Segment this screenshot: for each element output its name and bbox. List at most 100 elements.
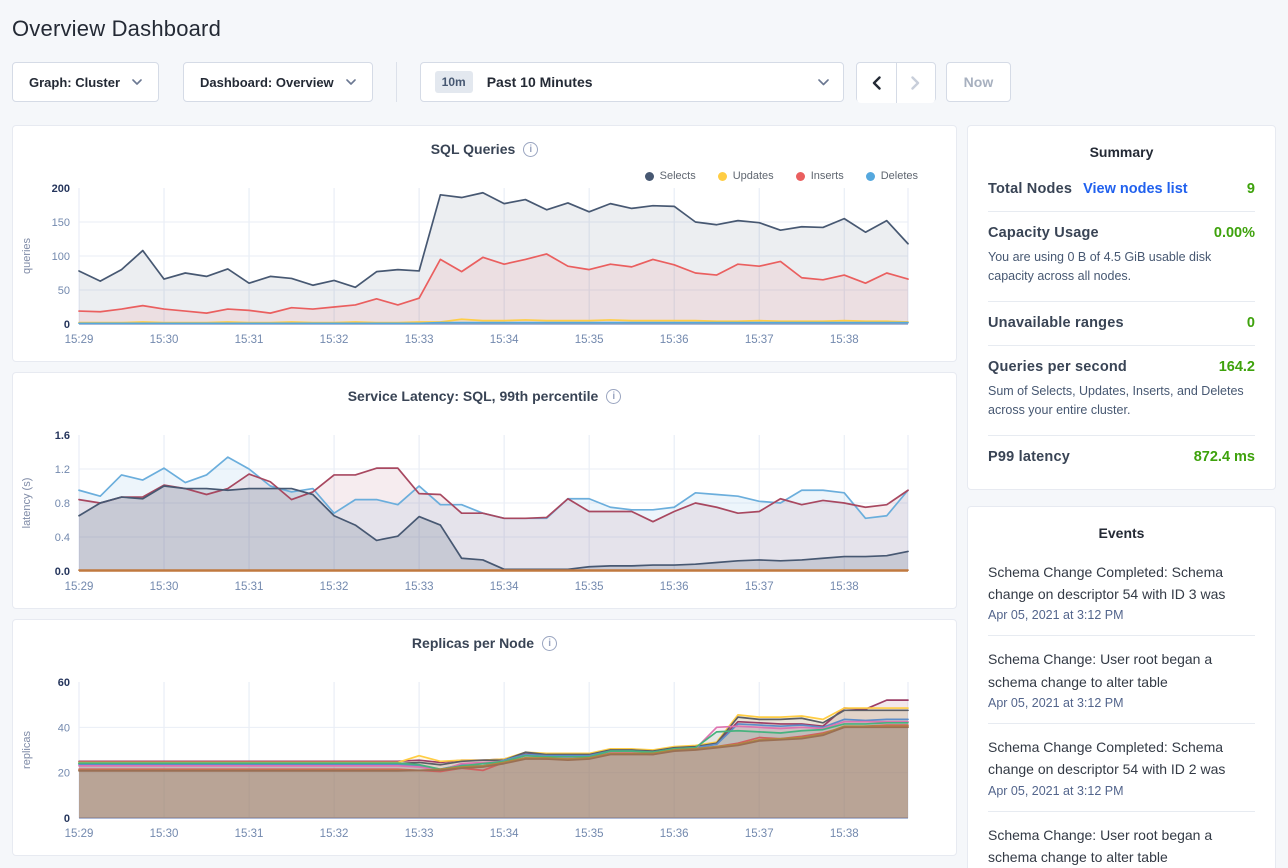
- event-timestamp: Apr 05, 2021 at 3:12 PM: [988, 784, 1255, 798]
- event-timestamp: Apr 05, 2021 at 3:12 PM: [988, 696, 1255, 710]
- event-item: Schema Change Completed: Schema change o…: [988, 723, 1255, 811]
- svg-text:15:35: 15:35: [575, 581, 604, 593]
- svg-text:15:37: 15:37: [745, 581, 774, 593]
- summary-title: Summary: [988, 140, 1255, 168]
- dashboard-dropdown-label: Dashboard: Overview: [200, 75, 334, 90]
- event-timestamp: Apr 05, 2021 at 3:12 PM: [988, 608, 1255, 622]
- svg-text:15:38: 15:38: [830, 828, 859, 840]
- svg-text:0.8: 0.8: [55, 498, 70, 510]
- event-message: Schema Change: User root began a schema …: [988, 824, 1255, 868]
- events-list: Schema Change Completed: Schema change o…: [988, 549, 1255, 868]
- chart-title: SQL Queries: [431, 141, 516, 157]
- svg-text:15:36: 15:36: [660, 334, 689, 346]
- time-prev-button[interactable]: [857, 63, 896, 103]
- event-message: Schema Change Completed: Schema change o…: [988, 561, 1255, 606]
- summary-value: 872.4 ms: [1194, 449, 1255, 465]
- summary-label: P99 latency: [988, 449, 1070, 465]
- summary-label: Capacity Usage: [988, 225, 1099, 241]
- svg-text:15:30: 15:30: [150, 334, 179, 346]
- svg-text:15:38: 15:38: [830, 334, 859, 346]
- replicas-per-node-chart[interactable]: 15:2915:3015:3115:3215:3315:3415:3515:36…: [13, 674, 956, 846]
- chart-title: Service Latency: SQL, 99th percentile: [348, 388, 599, 404]
- svg-text:15:35: 15:35: [575, 334, 604, 346]
- svg-text:15:29: 15:29: [65, 828, 94, 840]
- info-icon[interactable]: [542, 636, 557, 651]
- info-icon[interactable]: [606, 389, 621, 404]
- svg-text:20: 20: [58, 768, 70, 780]
- summary-row: Unavailable ranges 0: [988, 301, 1255, 345]
- summary-description: You are using 0 B of 4.5 GiB usable disk…: [988, 248, 1255, 287]
- summary-value: 9: [1247, 181, 1255, 197]
- svg-text:15:36: 15:36: [660, 581, 689, 593]
- time-nav-group: [856, 62, 936, 102]
- overview-dashboard-page: Overview Dashboard Graph: Cluster Dashbo…: [0, 0, 1288, 868]
- svg-text:15:32: 15:32: [320, 334, 349, 346]
- svg-text:15:37: 15:37: [745, 334, 774, 346]
- summary-value: 0: [1247, 315, 1255, 331]
- svg-text:40: 40: [58, 722, 70, 734]
- chevron-down-icon: [346, 79, 356, 85]
- chevron-down-icon: [132, 79, 142, 85]
- svg-text:0.4: 0.4: [55, 532, 70, 544]
- svg-text:15:35: 15:35: [575, 828, 604, 840]
- svg-text:15:31: 15:31: [235, 334, 264, 346]
- svg-text:15:29: 15:29: [65, 334, 94, 346]
- svg-text:queries: queries: [21, 237, 33, 274]
- summary-row: Total Nodes View nodes list 9: [988, 168, 1255, 211]
- page-title: Overview Dashboard: [12, 16, 1276, 42]
- chart-title: Replicas per Node: [412, 635, 534, 651]
- svg-text:15:30: 15:30: [150, 828, 179, 840]
- chart-title-row: Service Latency: SQL, 99th percentile: [13, 373, 956, 404]
- summary-row: P99 latency 872.4 ms: [988, 435, 1255, 479]
- time-next-button[interactable]: [896, 63, 935, 103]
- service-latency-chart[interactable]: 15:2915:3015:3115:3215:3315:3415:3515:36…: [13, 427, 956, 599]
- svg-text:0: 0: [64, 319, 70, 331]
- event-item: Schema Change: User root began a schema …: [988, 635, 1255, 723]
- svg-text:15:33: 15:33: [405, 334, 434, 346]
- svg-text:15:33: 15:33: [405, 581, 434, 593]
- svg-text:15:34: 15:34: [490, 581, 519, 593]
- summary-label: Unavailable ranges: [988, 315, 1124, 331]
- sql-queries-panel: SQL Queries SelectsUpdatesInsertsDeletes…: [12, 125, 957, 362]
- view-nodes-list-link[interactable]: View nodes list: [1083, 181, 1188, 197]
- chevron-left-icon: [872, 76, 881, 90]
- svg-text:1.6: 1.6: [55, 430, 70, 442]
- svg-text:100: 100: [52, 251, 70, 263]
- event-item: Schema Change: User root began a schema …: [988, 811, 1255, 868]
- graph-dropdown[interactable]: Graph: Cluster: [12, 62, 159, 102]
- graph-dropdown-label: Graph: Cluster: [29, 75, 120, 90]
- charts-column: SQL Queries SelectsUpdatesInsertsDeletes…: [12, 125, 957, 856]
- time-range-label: Past 10 Minutes: [487, 74, 593, 90]
- summary-label: Total Nodes: [988, 181, 1072, 197]
- info-icon[interactable]: [523, 142, 538, 157]
- summary-row: Queries per second164.2Sum of Selects, U…: [988, 345, 1255, 435]
- svg-text:15:32: 15:32: [320, 828, 349, 840]
- svg-text:1.2: 1.2: [55, 464, 70, 476]
- svg-text:15:30: 15:30: [150, 581, 179, 593]
- chart-title-row: Replicas per Node: [13, 620, 956, 651]
- dashboard-toolbar: Graph: Cluster Dashboard: Overview 10m P…: [12, 62, 1276, 102]
- svg-text:15:37: 15:37: [745, 828, 774, 840]
- now-button[interactable]: Now: [946, 62, 1012, 102]
- svg-text:0.0: 0.0: [55, 566, 70, 578]
- svg-text:60: 60: [58, 677, 70, 689]
- svg-text:15:34: 15:34: [490, 334, 519, 346]
- replicas-per-node-panel: Replicas per Node 15:29 15:30 15:31 15:32 15…: [12, 619, 957, 856]
- time-range-dropdown[interactable]: 10m Past 10 Minutes: [420, 62, 844, 102]
- sql-queries-chart[interactable]: 15:29 15:30 15:31 15:32 15:33 15:34 15:35 15:36…: [13, 180, 956, 352]
- svg-text:15:32: 15:32: [320, 581, 349, 593]
- svg-text:0: 0: [64, 813, 70, 825]
- summary-value: 164.2: [1219, 359, 1255, 375]
- sidebar-column: Summary Total Nodes View nodes list 9 Capac…: [967, 125, 1276, 868]
- event-message: Schema Change: User root began a schema …: [988, 648, 1255, 693]
- summary-value: 0.00%: [1214, 225, 1255, 241]
- summary-row: Capacity Usage 0.00% You are using 0 B of …: [988, 211, 1255, 301]
- summary-label: Queries per second: [988, 359, 1127, 375]
- svg-text:15:31: 15:31: [235, 828, 264, 840]
- dashboard-dropdown[interactable]: Dashboard: Overview: [183, 62, 373, 102]
- svg-text:15:34: 15:34: [490, 828, 519, 840]
- chart-title-row: SQL Queries: [13, 126, 956, 157]
- svg-text:200: 200: [52, 183, 70, 195]
- event-item: Schema Change Completed: Schema change o…: [988, 549, 1255, 636]
- events-title: Events: [988, 521, 1255, 549]
